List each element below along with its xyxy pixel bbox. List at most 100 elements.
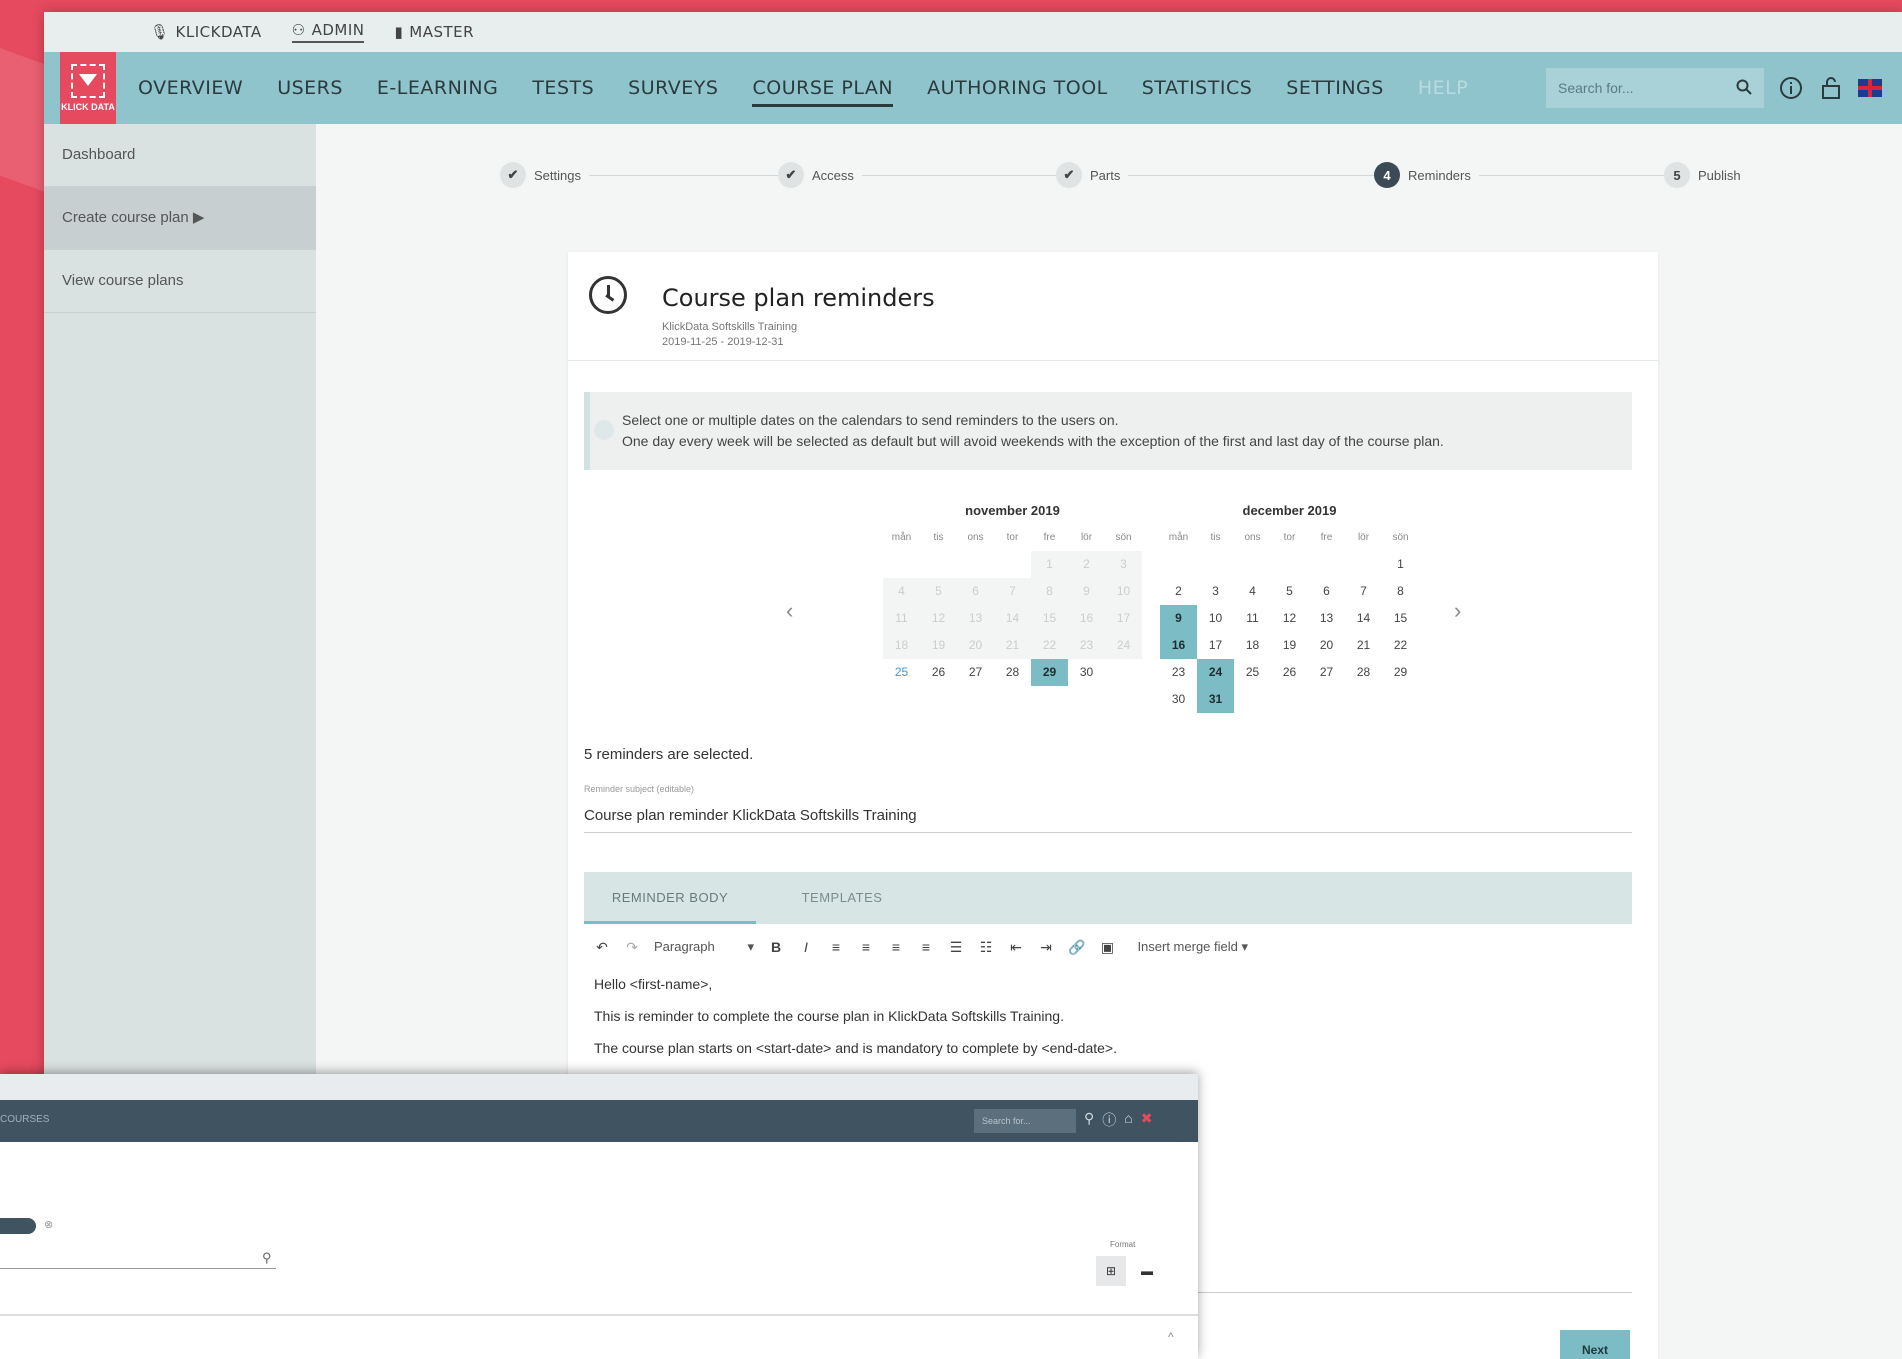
step-parts[interactable]: ✔ Parts	[1056, 162, 1129, 188]
calendar-day[interactable]: 28	[1345, 659, 1382, 686]
overlay-nav-label[interactable]: COURSES	[0, 1114, 49, 1125]
nav-authoring-tool[interactable]: AUTHORING TOOL	[927, 69, 1108, 107]
calendar-day[interactable]: 9	[1160, 605, 1197, 632]
calendar-day[interactable]: 21	[1345, 632, 1382, 659]
calendar-day[interactable]: 2	[1160, 578, 1197, 605]
nav-tests[interactable]: TESTS	[532, 69, 594, 107]
calendar-day[interactable]: 15	[1382, 605, 1419, 632]
calendar-day[interactable]: 11	[1234, 605, 1271, 632]
italic-icon[interactable]: I	[798, 939, 814, 955]
calendar-prev-button[interactable]: ‹	[786, 598, 793, 624]
link-icon[interactable]: 🔗	[1068, 939, 1085, 956]
calendar-day[interactable]: 26	[920, 659, 957, 686]
nav-users[interactable]: USERS	[277, 69, 343, 107]
calendar-day[interactable]: 28	[994, 659, 1031, 686]
chip-close-icon[interactable]: ⊗	[44, 1218, 53, 1231]
sidebar-item-dashboard[interactable]: Dashboard	[44, 124, 316, 187]
calendar-day[interactable]: 30	[1160, 686, 1197, 713]
calendar-day[interactable]: 14	[1345, 605, 1382, 632]
calendar-next-button[interactable]: ›	[1454, 598, 1461, 624]
uk-flag-icon[interactable]	[1858, 79, 1882, 97]
redo-icon[interactable]: ↷	[624, 939, 640, 956]
calendar-day[interactable]: 12	[1271, 605, 1308, 632]
tab-reminder-body[interactable]: REMINDER BODY	[584, 872, 756, 924]
person-icon: ⚇	[291, 21, 306, 39]
calendar-day[interactable]: 3	[1197, 578, 1234, 605]
indent-icon[interactable]: ⇥	[1038, 939, 1054, 956]
step-publish[interactable]: 5 Publish	[1664, 162, 1749, 188]
image-icon[interactable]: ▣	[1099, 939, 1115, 956]
calendar-day[interactable]: 16	[1160, 632, 1197, 659]
align-left-icon[interactable]: ≡	[828, 939, 844, 955]
step-reminders[interactable]: 4 Reminders	[1374, 162, 1479, 188]
info-icon[interactable]	[1778, 75, 1804, 101]
calendar-day[interactable]: 25	[1234, 659, 1271, 686]
calendar-day[interactable]: 10	[1197, 605, 1234, 632]
nav-course-plan[interactable]: COURSE PLAN	[752, 69, 893, 107]
calendar-day[interactable]: 29	[1031, 659, 1068, 686]
chevron-up-icon[interactable]: ^	[1168, 1330, 1174, 1344]
calendar-day[interactable]: 27	[957, 659, 994, 686]
nav-e-learning[interactable]: E-LEARNING	[377, 69, 498, 107]
calendar-day[interactable]: 6	[1308, 578, 1345, 605]
calendar-day[interactable]: 27	[1308, 659, 1345, 686]
sidebar-item-create-course-plan[interactable]: Create course plan ▶	[44, 187, 316, 250]
step-settings[interactable]: ✔ Settings	[500, 162, 589, 188]
calendar-day[interactable]: 4	[1234, 578, 1271, 605]
numbered-list-icon[interactable]: ☷	[978, 939, 994, 956]
overlay-search-input[interactable]: Search for...	[974, 1109, 1076, 1133]
calendar-day[interactable]: 24	[1197, 659, 1234, 686]
nav-help[interactable]: HELP	[1418, 69, 1468, 107]
context-company[interactable]: 🎙 KLICKDATA	[150, 23, 262, 41]
calendar-day: 13	[957, 605, 994, 632]
bold-icon[interactable]: B	[768, 939, 784, 955]
lock-icon[interactable]: ⌂	[1124, 1110, 1132, 1130]
align-justify-icon[interactable]: ≡	[918, 939, 934, 955]
overlay-filter-input[interactable]	[0, 1268, 276, 1269]
nav-settings[interactable]: SETTINGS	[1286, 69, 1384, 107]
uk-flag-icon[interactable]: ✖	[1141, 1110, 1153, 1130]
tab-templates[interactable]: TEMPLATES	[756, 872, 928, 924]
nav-overview[interactable]: OVERVIEW	[138, 69, 243, 107]
nav-statistics[interactable]: STATISTICS	[1142, 69, 1253, 107]
calendar-day[interactable]: 19	[1271, 632, 1308, 659]
undo-icon[interactable]: ↶	[594, 939, 610, 956]
calendar-day[interactable]: 18	[1234, 632, 1271, 659]
info-icon[interactable]: ⓘ	[1102, 1110, 1116, 1130]
calendar-day[interactable]: 23	[1160, 659, 1197, 686]
calendar-day[interactable]: 26	[1271, 659, 1308, 686]
calendar-day[interactable]: 5	[1271, 578, 1308, 605]
nav-surveys[interactable]: SURVEYS	[628, 69, 718, 107]
calendar-day[interactable]: 29	[1382, 659, 1419, 686]
calendar-day[interactable]: 1	[1382, 551, 1419, 578]
calendar-day[interactable]: 31	[1197, 686, 1234, 713]
calendar-day[interactable]: 7	[1345, 578, 1382, 605]
list-view-icon[interactable]: ▬	[1132, 1256, 1162, 1286]
calendar-day[interactable]: 30	[1068, 659, 1105, 686]
lock-icon[interactable]	[1818, 75, 1844, 101]
calendar-blank	[1160, 551, 1197, 578]
align-right-icon[interactable]: ≡	[888, 939, 904, 955]
next-button[interactable]: Next	[1560, 1330, 1630, 1359]
calendar-day[interactable]: 17	[1197, 632, 1234, 659]
grid-view-icon[interactable]: ⊞	[1096, 1256, 1126, 1286]
calendar-day[interactable]: 22	[1382, 632, 1419, 659]
sidebar-item-view-course-plans[interactable]: View course plans	[44, 250, 316, 313]
outdent-icon[interactable]: ⇤	[1008, 939, 1024, 956]
search-icon[interactable]: ⚲	[1084, 1110, 1094, 1130]
context-role[interactable]: ⚇ ADMIN	[291, 21, 365, 43]
calendar-day[interactable]: 25	[883, 659, 920, 686]
search-input[interactable]: Search for...	[1546, 68, 1764, 108]
subject-field[interactable]: Course plan reminder KlickData Softskill…	[584, 800, 1632, 833]
calendar-day[interactable]: 20	[1308, 632, 1345, 659]
paragraph-select[interactable]: Paragraph ▾	[654, 939, 754, 955]
insert-merge-field-dropdown[interactable]: Insert merge field ▾	[1137, 939, 1248, 955]
context-account[interactable]: ▮ MASTER	[394, 23, 474, 41]
calendar-day[interactable]: 8	[1382, 578, 1419, 605]
step-access[interactable]: ✔ Access	[778, 162, 862, 188]
bullet-list-icon[interactable]: ☰	[948, 939, 964, 956]
klickdata-logo[interactable]: KLICK DATA	[60, 52, 116, 124]
calendar-day[interactable]: 13	[1308, 605, 1345, 632]
align-center-icon[interactable]: ≡	[858, 939, 874, 955]
filter-chip[interactable]	[0, 1218, 36, 1234]
